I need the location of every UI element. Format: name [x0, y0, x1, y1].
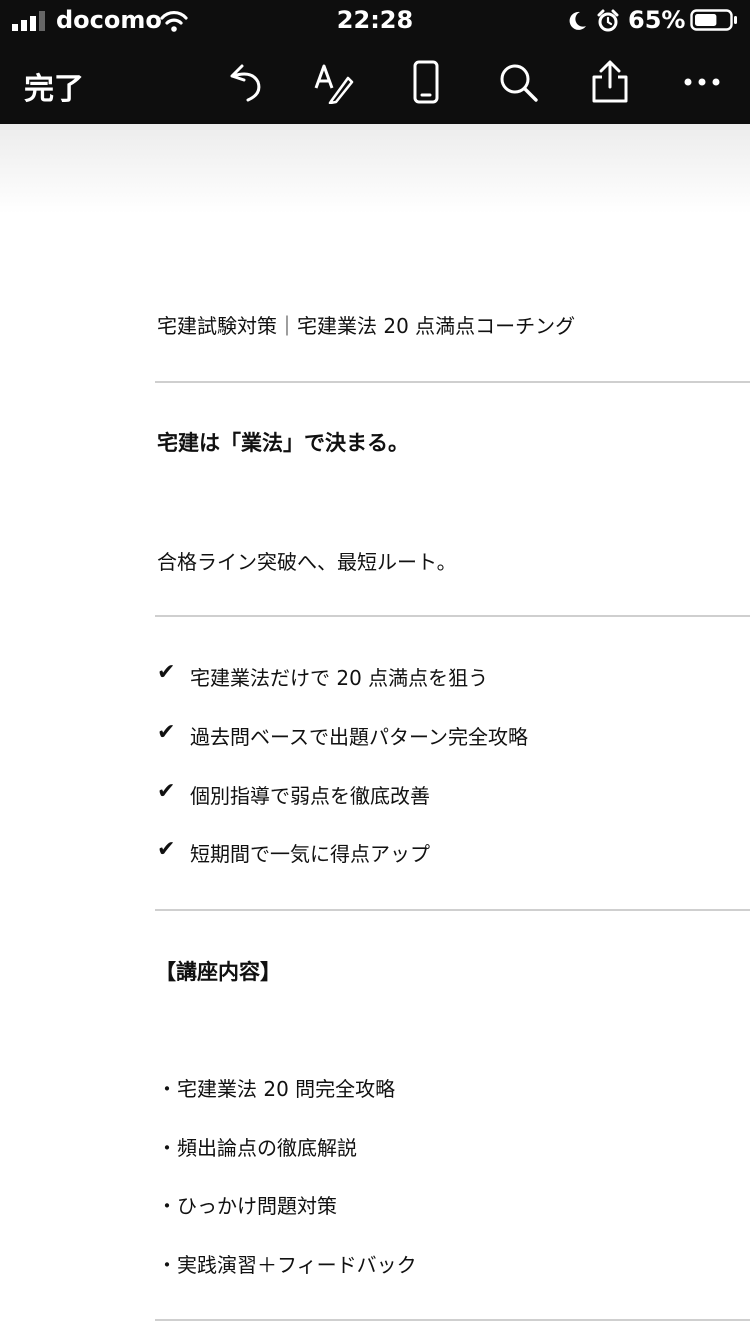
- course-section-title: 【講座内容】: [155, 960, 281, 984]
- status-bar: docomo 22:28 65%: [0, 0, 750, 42]
- search-button[interactable]: [494, 56, 542, 108]
- markup-button[interactable]: [308, 56, 356, 108]
- check-item: 宅建業法だけで 20 点満点を狙う: [190, 666, 489, 690]
- done-button[interactable]: 完了: [24, 64, 84, 108]
- check-item: 過去問ベースで出題パターン完全攻略: [190, 725, 528, 749]
- more-button[interactable]: [678, 56, 726, 108]
- divider: [155, 1319, 750, 1321]
- undo-icon: [230, 64, 261, 102]
- document-header: 宅建試験対策｜宅建業法 20 点満点コーチング: [157, 314, 576, 338]
- course-item: ・頻出論点の徹底解説: [157, 1136, 357, 1160]
- battery-percent: 65%: [628, 6, 686, 34]
- app-top-bar: docomo 22:28 65% 完了: [0, 0, 750, 124]
- divider: [155, 381, 750, 383]
- checkmark-icon: ✔: [157, 720, 176, 745]
- course-item: ・実践演習＋フィードバック: [157, 1253, 417, 1277]
- checkmark-icon: ✔: [157, 779, 176, 804]
- share-icon: [592, 60, 628, 103]
- course-item: ・ひっかけ問題対策: [157, 1194, 337, 1218]
- course-item: ・宅建業法 20 問完全攻略: [157, 1077, 396, 1101]
- undo-button[interactable]: [220, 56, 268, 108]
- more-icon: [684, 78, 720, 86]
- check-item: 短期間で一気に得点アップ: [190, 842, 430, 866]
- alarm-icon: [597, 9, 619, 32]
- page-view-button[interactable]: [402, 56, 450, 108]
- checkmark-icon: ✔: [157, 660, 176, 685]
- search-icon: [500, 64, 538, 102]
- check-item: 個別指導で弱点を徹底改善: [190, 784, 430, 808]
- subhead: 合格ライン突破へ、最短ルート。: [157, 550, 457, 574]
- document-page: 宅建試験対策｜宅建業法 20 点満点コーチング 宅建は「業法」で決まる。 合格ラ…: [0, 124, 750, 1334]
- headline: 宅建は「業法」で決まる。: [157, 431, 409, 455]
- moon-icon: [569, 11, 586, 30]
- battery-icon: [690, 9, 737, 31]
- divider: [155, 615, 750, 617]
- checkmark-icon: ✔: [157, 837, 176, 862]
- markup-icon: [314, 64, 354, 104]
- device-icon: [413, 60, 439, 104]
- share-button[interactable]: [586, 56, 634, 108]
- divider: [155, 909, 750, 911]
